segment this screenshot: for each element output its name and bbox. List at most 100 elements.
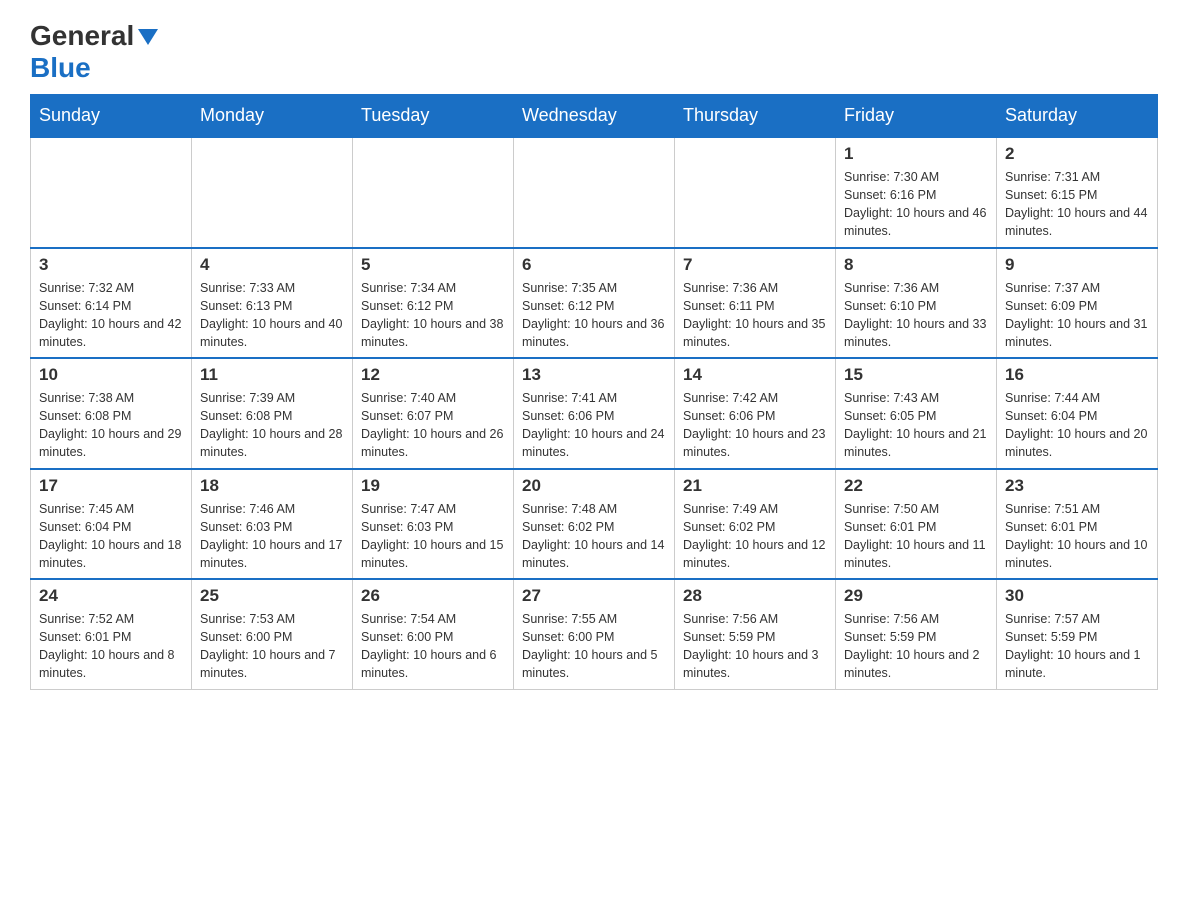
day-info: Sunrise: 7:34 AMSunset: 6:12 PMDaylight:…: [361, 279, 505, 352]
day-cell-26: 26Sunrise: 7:54 AMSunset: 6:00 PMDayligh…: [353, 579, 514, 689]
day-info: Sunrise: 7:50 AMSunset: 6:01 PMDaylight:…: [844, 500, 988, 573]
day-cell-11: 11 Sunrise: 7:39 AMSunset: 6:08 PMDayligh…: [192, 358, 353, 469]
day-cell-30: 30 Sunrise: 7:57 AMSunset: 5:59 PMDayligh…: [997, 579, 1158, 689]
day-number: 25: [200, 586, 344, 606]
day-cell-13: 13 Sunrise: 7:41 AMSunset: 6:06 PMDayligh…: [514, 358, 675, 469]
day-cell-9: 9 Sunrise: 7:37 AMSunset: 6:09 PMDaylight…: [997, 248, 1158, 359]
logo: General Blue: [30, 20, 158, 84]
day-info: Sunrise: 7:49 AMSunset: 6:02 PMDaylight:…: [683, 500, 827, 573]
day-cell-15: 15 Sunrise: 7:43 AMSunset: 6:05 PMDayligh…: [836, 358, 997, 469]
day-number: 15: [844, 365, 988, 385]
day-info: Sunrise: 7:41 AMSunset: 6:06 PMDaylight:…: [522, 389, 666, 462]
day-number: 5: [361, 255, 505, 275]
col-header-saturday: Saturday: [997, 95, 1158, 138]
day-info: Sunrise: 7:44 AMSunset: 6:04 PMDaylight:…: [1005, 389, 1149, 462]
day-info: Sunrise: 7:53 AMSunset: 6:00 PMDaylight:…: [200, 610, 344, 683]
day-info: Sunrise: 7:54 AMSunset: 6:00 PMDaylight:…: [361, 610, 505, 683]
day-number: 13: [522, 365, 666, 385]
day-cell-25: 25 Sunrise: 7:53 AMSunset: 6:00 PMDayligh…: [192, 579, 353, 689]
day-number: 17: [39, 476, 183, 496]
day-cell-6: 6 Sunrise: 7:35 AMSunset: 6:12 PMDaylight…: [514, 248, 675, 359]
logo-blue-text: Blue: [30, 52, 91, 83]
day-cell-27: 27Sunrise: 7:55 AMSunset: 6:00 PMDayligh…: [514, 579, 675, 689]
day-info: Sunrise: 7:32 AMSunset: 6:14 PMDaylight:…: [39, 279, 183, 352]
day-info: Sunrise: 7:30 AMSunset: 6:16 PMDaylight:…: [844, 168, 988, 241]
day-cell-20: 20Sunrise: 7:48 AMSunset: 6:02 PMDayligh…: [514, 469, 675, 580]
logo-general-text: General: [30, 20, 134, 52]
day-info: Sunrise: 7:40 AMSunset: 6:07 PMDaylight:…: [361, 389, 505, 462]
day-info: Sunrise: 7:56 AMSunset: 5:59 PMDaylight:…: [844, 610, 988, 683]
calendar-header-row: SundayMondayTuesdayWednesdayThursdayFrid…: [31, 95, 1158, 138]
day-info: Sunrise: 7:35 AMSunset: 6:12 PMDaylight:…: [522, 279, 666, 352]
day-number: 3: [39, 255, 183, 275]
day-number: 10: [39, 365, 183, 385]
day-number: 8: [844, 255, 988, 275]
day-info: Sunrise: 7:51 AMSunset: 6:01 PMDaylight:…: [1005, 500, 1149, 573]
day-number: 1: [844, 144, 988, 164]
day-number: 11: [200, 365, 344, 385]
calendar-table: SundayMondayTuesdayWednesdayThursdayFrid…: [30, 94, 1158, 690]
week-row-4: 17 Sunrise: 7:45 AMSunset: 6:04 PMDayligh…: [31, 469, 1158, 580]
day-cell-22: 22 Sunrise: 7:50 AMSunset: 6:01 PMDayligh…: [836, 469, 997, 580]
day-info: Sunrise: 7:47 AMSunset: 6:03 PMDaylight:…: [361, 500, 505, 573]
day-info: Sunrise: 7:31 AMSunset: 6:15 PMDaylight:…: [1005, 168, 1149, 241]
day-cell-18: 18 Sunrise: 7:46 AMSunset: 6:03 PMDayligh…: [192, 469, 353, 580]
day-number: 2: [1005, 144, 1149, 164]
day-number: 30: [1005, 586, 1149, 606]
day-number: 9: [1005, 255, 1149, 275]
day-info: Sunrise: 7:56 AMSunset: 5:59 PMDaylight:…: [683, 610, 827, 683]
day-cell-10: 10 Sunrise: 7:38 AMSunset: 6:08 PMDayligh…: [31, 358, 192, 469]
day-cell-19: 19 Sunrise: 7:47 AMSunset: 6:03 PMDayligh…: [353, 469, 514, 580]
day-number: 21: [683, 476, 827, 496]
day-cell-16: 16Sunrise: 7:44 AMSunset: 6:04 PMDayligh…: [997, 358, 1158, 469]
col-header-monday: Monday: [192, 95, 353, 138]
day-number: 6: [522, 255, 666, 275]
day-number: 4: [200, 255, 344, 275]
day-cell-17: 17 Sunrise: 7:45 AMSunset: 6:04 PMDayligh…: [31, 469, 192, 580]
day-cell-2: 2 Sunrise: 7:31 AMSunset: 6:15 PMDaylight…: [997, 137, 1158, 248]
day-number: 12: [361, 365, 505, 385]
day-cell-empty-0: [31, 137, 192, 248]
day-info: Sunrise: 7:45 AMSunset: 6:04 PMDaylight:…: [39, 500, 183, 573]
logo-triangle-icon: [138, 29, 158, 45]
col-header-friday: Friday: [836, 95, 997, 138]
day-cell-23: 23 Sunrise: 7:51 AMSunset: 6:01 PMDayligh…: [997, 469, 1158, 580]
day-number: 24: [39, 586, 183, 606]
week-row-5: 24 Sunrise: 7:52 AMSunset: 6:01 PMDayligh…: [31, 579, 1158, 689]
day-info: Sunrise: 7:55 AMSunset: 6:00 PMDaylight:…: [522, 610, 666, 683]
day-number: 7: [683, 255, 827, 275]
day-info: Sunrise: 7:39 AMSunset: 6:08 PMDaylight:…: [200, 389, 344, 462]
day-cell-3: 3 Sunrise: 7:32 AMSunset: 6:14 PMDaylight…: [31, 248, 192, 359]
week-row-3: 10 Sunrise: 7:38 AMSunset: 6:08 PMDayligh…: [31, 358, 1158, 469]
day-cell-12: 12 Sunrise: 7:40 AMSunset: 6:07 PMDayligh…: [353, 358, 514, 469]
col-header-sunday: Sunday: [31, 95, 192, 138]
day-number: 18: [200, 476, 344, 496]
day-number: 19: [361, 476, 505, 496]
col-header-wednesday: Wednesday: [514, 95, 675, 138]
header: General Blue: [30, 20, 1158, 84]
day-info: Sunrise: 7:42 AMSunset: 6:06 PMDaylight:…: [683, 389, 827, 462]
day-info: Sunrise: 7:37 AMSunset: 6:09 PMDaylight:…: [1005, 279, 1149, 352]
day-cell-8: 8Sunrise: 7:36 AMSunset: 6:10 PMDaylight…: [836, 248, 997, 359]
day-info: Sunrise: 7:43 AMSunset: 6:05 PMDaylight:…: [844, 389, 988, 462]
day-info: Sunrise: 7:52 AMSunset: 6:01 PMDaylight:…: [39, 610, 183, 683]
day-cell-4: 4 Sunrise: 7:33 AMSunset: 6:13 PMDaylight…: [192, 248, 353, 359]
day-cell-14: 14Sunrise: 7:42 AMSunset: 6:06 PMDayligh…: [675, 358, 836, 469]
day-info: Sunrise: 7:46 AMSunset: 6:03 PMDaylight:…: [200, 500, 344, 573]
day-number: 22: [844, 476, 988, 496]
day-info: Sunrise: 7:57 AMSunset: 5:59 PMDaylight:…: [1005, 610, 1149, 683]
day-cell-21: 21 Sunrise: 7:49 AMSunset: 6:02 PMDayligh…: [675, 469, 836, 580]
day-number: 29: [844, 586, 988, 606]
day-cell-28: 28 Sunrise: 7:56 AMSunset: 5:59 PMDayligh…: [675, 579, 836, 689]
day-info: Sunrise: 7:36 AMSunset: 6:11 PMDaylight:…: [683, 279, 827, 352]
day-number: 28: [683, 586, 827, 606]
day-info: Sunrise: 7:48 AMSunset: 6:02 PMDaylight:…: [522, 500, 666, 573]
day-cell-24: 24 Sunrise: 7:52 AMSunset: 6:01 PMDayligh…: [31, 579, 192, 689]
day-number: 23: [1005, 476, 1149, 496]
day-cell-5: 5 Sunrise: 7:34 AMSunset: 6:12 PMDaylight…: [353, 248, 514, 359]
day-info: Sunrise: 7:38 AMSunset: 6:08 PMDaylight:…: [39, 389, 183, 462]
day-cell-empty-4: [675, 137, 836, 248]
day-info: Sunrise: 7:33 AMSunset: 6:13 PMDaylight:…: [200, 279, 344, 352]
day-cell-7: 7 Sunrise: 7:36 AMSunset: 6:11 PMDaylight…: [675, 248, 836, 359]
day-cell-empty-2: [353, 137, 514, 248]
